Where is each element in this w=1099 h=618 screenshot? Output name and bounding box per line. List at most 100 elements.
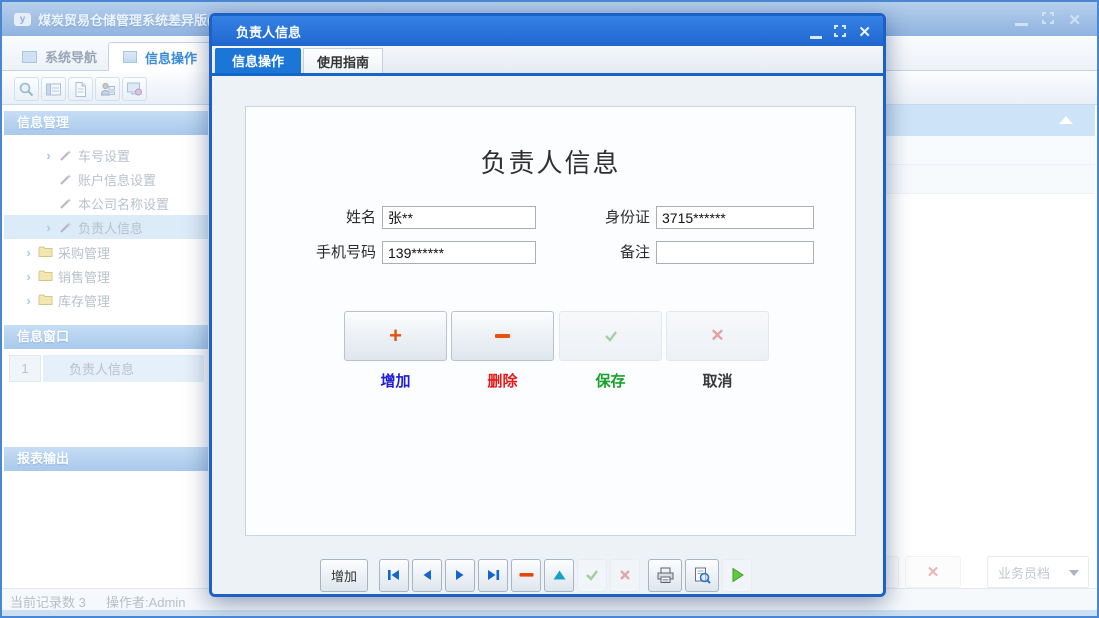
document-icon[interactable] (68, 77, 93, 101)
dialog-maximize-icon[interactable] (834, 24, 846, 42)
sidebar-item-account-info-setup[interactable]: 账户信息设置 (4, 167, 208, 191)
first-record-icon[interactable] (379, 559, 409, 592)
remark-label: 备注 (558, 241, 650, 264)
tree-item-label: 负责人信息 (78, 218, 143, 237)
tree-item-label: 库存管理 (58, 291, 110, 310)
sidebar-item-vehicle-number-setup[interactable]: › 车号设置 (4, 143, 208, 167)
cancel-x-icon: ✕ (927, 563, 940, 581)
check-icon (603, 329, 619, 343)
execute-icon[interactable] (722, 559, 752, 592)
wand-icon (57, 221, 73, 234)
chevron-right-icon: › (22, 293, 35, 308)
add-button-label[interactable]: 增加 (344, 370, 447, 391)
chevron-right-icon: › (22, 245, 35, 260)
row-index: 1 (9, 355, 41, 382)
system-navigation-icon (22, 51, 37, 63)
window-bottom-strip (2, 610, 1097, 618)
list-icon[interactable] (41, 77, 66, 101)
sidebar-item-sales-management[interactable]: › 销售管理 (4, 264, 208, 288)
cancel-button-label[interactable]: 取消 (666, 370, 769, 391)
id-card-field[interactable] (656, 206, 814, 229)
tree-item-label: 账户信息设置 (78, 170, 156, 189)
folder-icon (37, 270, 53, 282)
save-button[interactable] (559, 311, 662, 361)
dialog-tab-bar: 信息操作 使用指南 (212, 46, 883, 76)
print-preview-icon[interactable] (685, 559, 719, 592)
grid-icon (123, 51, 137, 63)
phone-field[interactable] (382, 241, 536, 264)
operator: 操作者:Admin (106, 592, 185, 611)
row-label: 负责人信息 (43, 355, 204, 382)
tree-item-label: 采购管理 (58, 243, 110, 262)
name-label: 姓名 (284, 206, 376, 229)
name-field[interactable] (382, 206, 536, 229)
add-record-button[interactable]: 增加 (320, 559, 368, 592)
dialog-title: 负责人信息 (236, 22, 301, 41)
collapse-up-icon[interactable] (1059, 116, 1073, 124)
folder-icon (37, 246, 53, 258)
chevron-right-icon: › (42, 220, 55, 235)
wand-icon (57, 173, 73, 186)
delete-record-icon[interactable] (511, 559, 541, 592)
sidebar-section-report-output[interactable]: 报表输出 (4, 447, 208, 471)
sidebar-section-info-window[interactable]: 信息窗口 (4, 325, 208, 349)
tree-item-label: 车号设置 (78, 146, 130, 165)
x-icon: ✕ (710, 326, 724, 346)
background-cancel-button[interactable]: ✕ (905, 556, 961, 588)
chevron-right-icon: › (42, 148, 55, 163)
sidebar-item-person-in-charge-info[interactable]: › 负责人信息 (4, 215, 208, 239)
previous-record-icon[interactable] (412, 559, 442, 592)
person-info-dialog: 负责人信息 ✕ 信息操作 使用指南 负责人信息 姓名 身份证 (209, 13, 886, 597)
dialog-minimize-icon[interactable] (810, 36, 822, 39)
wand-icon (57, 149, 73, 162)
monitor-icon[interactable] (122, 77, 147, 101)
dialog-tab-info-operations[interactable]: 信息操作 (215, 48, 301, 73)
edit-record-icon[interactable] (544, 559, 574, 592)
plus-icon: + (389, 326, 402, 346)
cancel-edit-icon[interactable] (610, 559, 640, 592)
next-record-icon[interactable] (445, 559, 475, 592)
tab-label: 系统导航 (45, 47, 97, 66)
close-icon[interactable]: ✕ (1068, 13, 1081, 28)
last-record-icon[interactable] (478, 559, 508, 592)
dialog-body: 负责人信息 姓名 身份证 手机号码 备注 + (212, 79, 883, 594)
chevron-right-icon: › (22, 269, 35, 284)
minimize-icon[interactable] (1015, 23, 1028, 26)
tree-item-label: 本公司名称设置 (78, 194, 169, 213)
delete-button-label[interactable]: 删除 (451, 370, 554, 391)
form-heading: 负责人信息 (246, 143, 855, 180)
dialog-tab-user-guide[interactable]: 使用指南 (303, 48, 383, 73)
sidebar-item-company-name-setup[interactable]: 本公司名称设置 (4, 191, 208, 215)
sidebar-section-info-management[interactable]: 信息管理 (4, 111, 208, 135)
form-panel: 负责人信息 姓名 身份证 手机号码 备注 + (245, 106, 856, 536)
user-icon[interactable] (95, 77, 120, 101)
tab-label: 信息操作 (145, 48, 197, 67)
delete-button[interactable] (451, 311, 554, 361)
record-navigator-toolbar: 增加 (212, 557, 883, 593)
remark-field[interactable] (656, 241, 814, 264)
dropdown-label: 业务员档 (998, 563, 1050, 582)
info-window-row[interactable]: 1 负责人信息 (4, 354, 208, 383)
dialog-close-icon[interactable]: ✕ (858, 26, 871, 40)
id-card-label: 身份证 (558, 206, 650, 229)
print-icon[interactable] (648, 559, 682, 592)
minus-icon (495, 334, 510, 338)
main-window: y 煤炭贸易仓储管理系统差异版(未注册用户) ✕ 系统导航 信息操作 (0, 0, 1099, 618)
phone-label: 手机号码 (276, 241, 376, 264)
cancel-button[interactable]: ✕ (666, 311, 769, 361)
search-icon[interactable] (14, 77, 39, 101)
chevron-down-icon (1069, 570, 1079, 576)
tab-information-operations[interactable]: 信息操作 (108, 42, 212, 71)
tree-item-label: 销售管理 (58, 267, 110, 286)
tab-system-navigation[interactable]: 系统导航 (8, 42, 111, 71)
wand-icon (57, 197, 73, 210)
restore-icon[interactable] (1042, 11, 1054, 29)
post-record-icon[interactable] (577, 559, 607, 592)
salesman-archive-dropdown[interactable]: 业务员档 (987, 556, 1089, 588)
save-button-label[interactable]: 保存 (559, 370, 662, 391)
add-button[interactable]: + (344, 311, 447, 361)
record-count: 当前记录数 3 (10, 592, 86, 611)
sidebar-item-inventory-management[interactable]: › 库存管理 (4, 288, 208, 312)
sidebar-item-purchase-management[interactable]: › 采购管理 (4, 240, 208, 264)
app-icon: y (14, 13, 31, 26)
